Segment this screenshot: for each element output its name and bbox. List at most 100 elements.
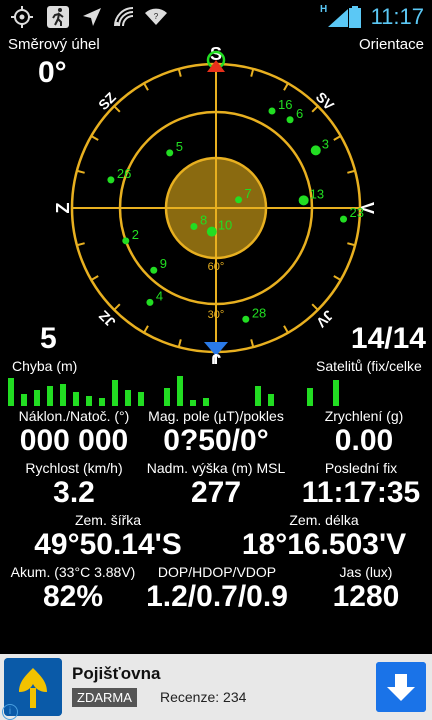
download-button[interactable] [376,662,426,712]
snr-bar [190,400,196,406]
ad-banner[interactable]: Pojišťovna ZDARMA Recenze: 234 [0,654,432,720]
tilt-label: Náklon./Natoč. (°) [18,408,130,424]
bearing-marker-icon [204,342,228,356]
longitude-value: 18°16.503'V [241,528,407,561]
battery-icon [349,6,361,28]
error-value: 5 [40,322,57,355]
compass-tick [347,242,356,247]
compass-tick [311,105,319,113]
satellite-label: 28 [252,305,266,320]
satellite-label: 9 [160,256,167,271]
ad-info-icon[interactable]: i [2,704,18,720]
longitude-label: Zem. délka [289,512,359,528]
satellite-label: 7 [245,186,252,201]
status-bar: ? H 11:17 [0,0,432,34]
speed-cell: Rychlost (km/h) 3.2 [0,460,148,510]
mag-value: 0?50/0° [163,424,269,457]
compass-tick [76,169,85,174]
snr-bar [47,386,53,406]
error-label: Chyba (m) [12,358,78,374]
battery-label: Akum. (33°C 3.88V) [10,564,136,580]
compass-tick [177,339,182,348]
snr-bar [34,390,40,406]
compass-tick [333,135,342,141]
compass-tick [250,68,255,77]
satellite-26: 26 [107,166,131,184]
compass-tick [113,303,121,311]
snr-bar-graph [8,376,339,406]
dop-cell: DOP/HDOP/VDOP 1.2/0.7/0.9 [132,564,302,614]
tilt-cell: Náklon./Natoč. (°) 000 000 [0,408,148,458]
satellite-dot [298,195,309,206]
satellite-count: 14/14 [350,322,426,355]
compass-tick [90,135,99,141]
compass-tick [333,275,342,281]
altitude-label: Nadm. výška (m) MSL [146,460,286,476]
cell-signal-icon [328,9,348,27]
signal-icon [114,7,134,27]
lux-cell: Jas (lux) 1280 [300,564,432,614]
snr-bar [203,398,209,406]
ad-free-badge: ZDARMA [72,688,137,707]
lastfix-cell: Poslední fix 11:17:35 [290,460,432,510]
compass-tick [143,325,149,334]
satellite-dot [242,315,250,323]
dop-value: 1.2/0.7/0.9 [146,580,288,613]
mag-cell: Mag. pole (µT)/pokles 0?50/0° [138,408,294,458]
accel-value: 0.00 [334,424,394,457]
gps-target-icon [11,6,33,28]
satellite-dot [150,266,158,274]
mag-label: Mag. pole (µT)/pokles [148,408,284,424]
satellite-4: 4 [146,288,163,306]
satellite-label: 26 [117,166,131,181]
satellite-label: 10 [218,218,232,233]
speed-label: Rychlost (km/h) [25,460,123,476]
tilt-value: 000 000 [19,424,129,457]
snr-bar [8,378,14,406]
longitude-cell: Zem. délka 18°16.503'V [216,512,432,562]
snr-bar [73,392,79,406]
satellite-label: 8 [200,213,207,228]
satellite-label: 6 [296,106,303,121]
satellite-dot [190,223,198,231]
accel-label: Zrychlení (g) [324,408,404,424]
compass-tick [283,325,289,334]
location-arrow-icon [83,8,101,26]
latitude-cell: Zem. šířka 49°50.14'S [0,512,216,562]
satellite-label: 13 [310,186,324,201]
satellite-label: 16 [278,97,292,112]
runner-icon [47,6,69,28]
wifi-icon: ? [145,8,167,25]
satellite-count-label: Satelitů (fix/celke [316,358,422,374]
ring-label-inner: 60° [208,261,225,273]
snr-bar [112,380,118,406]
satellite-3: 3 [310,136,329,156]
satellite-dot [340,215,348,223]
battery-value: 82% [42,580,104,613]
satellite-dot [107,176,115,184]
snr-bar [255,386,261,406]
satellite-9: 9 [150,256,167,274]
clock: 11:17 [370,4,424,29]
dop-label: DOP/HDOP/VDOP [157,564,277,580]
compass-tick [283,82,289,91]
ring-label-mid: 30° [208,309,225,321]
dir-ne: SV [313,89,338,114]
satellite-dot [122,237,130,245]
compass-tick [347,169,356,174]
satellite-dot [286,116,294,124]
satellite-label: 5 [176,139,183,154]
snr-bar [177,376,183,406]
altitude-cell: Nadm. výška (m) MSL 277 [138,460,294,510]
satellite-28: 28 [242,305,266,323]
lux-value: 1280 [332,580,400,613]
compass-tick [90,275,99,281]
dir-nw: SZ [95,89,119,113]
lastfix-value: 11:17:35 [301,476,421,509]
compass-tick [113,105,121,113]
snr-bar [164,388,170,406]
satellite-dot [166,149,174,157]
svg-text:?: ? [154,12,159,21]
altitude-value: 277 [190,476,242,509]
compass-tick [250,339,255,348]
